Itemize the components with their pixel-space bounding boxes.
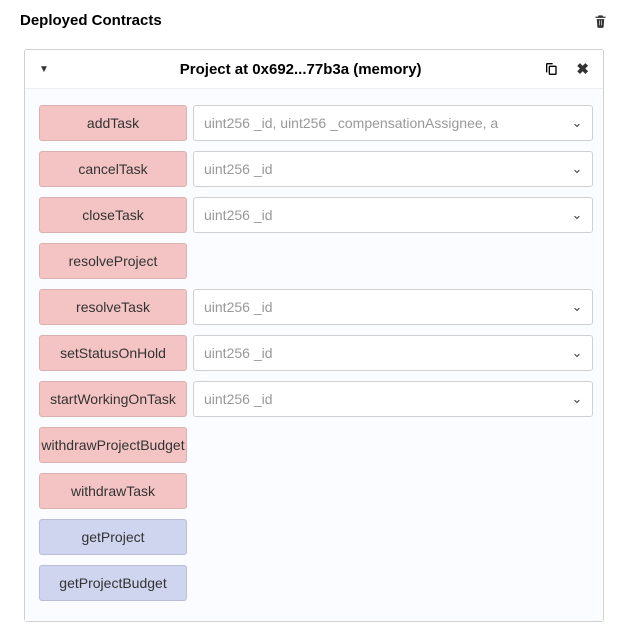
function-button[interactable]: withdrawProjectBudget [39, 427, 187, 463]
function-row: getProjectBudget [39, 565, 593, 601]
function-input-wrap: ⌄ [193, 289, 593, 325]
panel-title: Deployed Contracts [20, 12, 162, 29]
function-args-input[interactable] [194, 106, 562, 140]
function-args-input[interactable] [194, 152, 562, 186]
close-icon[interactable]: ✖ [576, 60, 589, 78]
function-row: getProject [39, 519, 593, 555]
function-button[interactable]: getProjectBudget [39, 565, 187, 601]
function-args-input[interactable] [194, 336, 562, 370]
function-args-input[interactable] [194, 382, 562, 416]
function-row: withdrawProjectBudget [39, 427, 593, 463]
function-input-wrap: ⌄ [193, 381, 593, 417]
chevron-down-icon[interactable]: ⌄ [562, 115, 592, 131]
function-button[interactable]: withdrawTask [39, 473, 187, 509]
chevron-down-icon[interactable]: ⌄ [562, 161, 592, 177]
function-row: withdrawTask [39, 473, 593, 509]
function-row: startWorkingOnTask ⌄ [39, 381, 593, 417]
chevron-down-icon[interactable]: ⌄ [562, 299, 592, 315]
copy-icon[interactable] [544, 61, 560, 77]
contract-instance: ▼ Project at 0x692...77b3a (memory) ✖ ad… [24, 49, 604, 622]
function-button[interactable]: closeTask [39, 197, 187, 233]
function-row: resolveProject [39, 243, 593, 279]
function-button[interactable]: addTask [39, 105, 187, 141]
function-input-wrap: ⌄ [193, 335, 593, 371]
function-row: cancelTask ⌄ [39, 151, 593, 187]
function-row: closeTask ⌄ [39, 197, 593, 233]
chevron-down-icon[interactable]: ⌄ [562, 207, 592, 223]
function-list: addTask ⌄ cancelTask ⌄ closeTask ⌄ resolveProj… [25, 88, 603, 621]
function-args-input[interactable] [194, 290, 562, 324]
function-input-wrap: ⌄ [193, 151, 593, 187]
chevron-down-icon[interactable]: ⌄ [562, 391, 592, 407]
function-input-wrap: ⌄ [193, 197, 593, 233]
contract-header[interactable]: ▼ Project at 0x692...77b3a (memory) ✖ [25, 50, 603, 88]
function-button[interactable]: getProject [39, 519, 187, 555]
panel-header: Deployed Contracts [0, 0, 628, 37]
function-button[interactable]: resolveProject [39, 243, 187, 279]
function-button[interactable]: setStatusOnHold [39, 335, 187, 371]
function-button[interactable]: startWorkingOnTask [39, 381, 187, 417]
caret-down-icon: ▼ [39, 64, 49, 75]
function-button[interactable]: resolveTask [39, 289, 187, 325]
contract-title: Project at 0x692...77b3a (memory) [57, 61, 545, 78]
function-row: addTask ⌄ [39, 105, 593, 141]
function-row: resolveTask ⌄ [39, 289, 593, 325]
deployed-contracts-panel: Deployed Contracts ▼ Project at 0x692...… [0, 0, 628, 622]
function-input-wrap: ⌄ [193, 105, 593, 141]
function-args-input[interactable] [194, 198, 562, 232]
function-row: setStatusOnHold ⌄ [39, 335, 593, 371]
function-button[interactable]: cancelTask [39, 151, 187, 187]
trash-icon[interactable] [593, 13, 608, 29]
chevron-down-icon[interactable]: ⌄ [562, 345, 592, 361]
